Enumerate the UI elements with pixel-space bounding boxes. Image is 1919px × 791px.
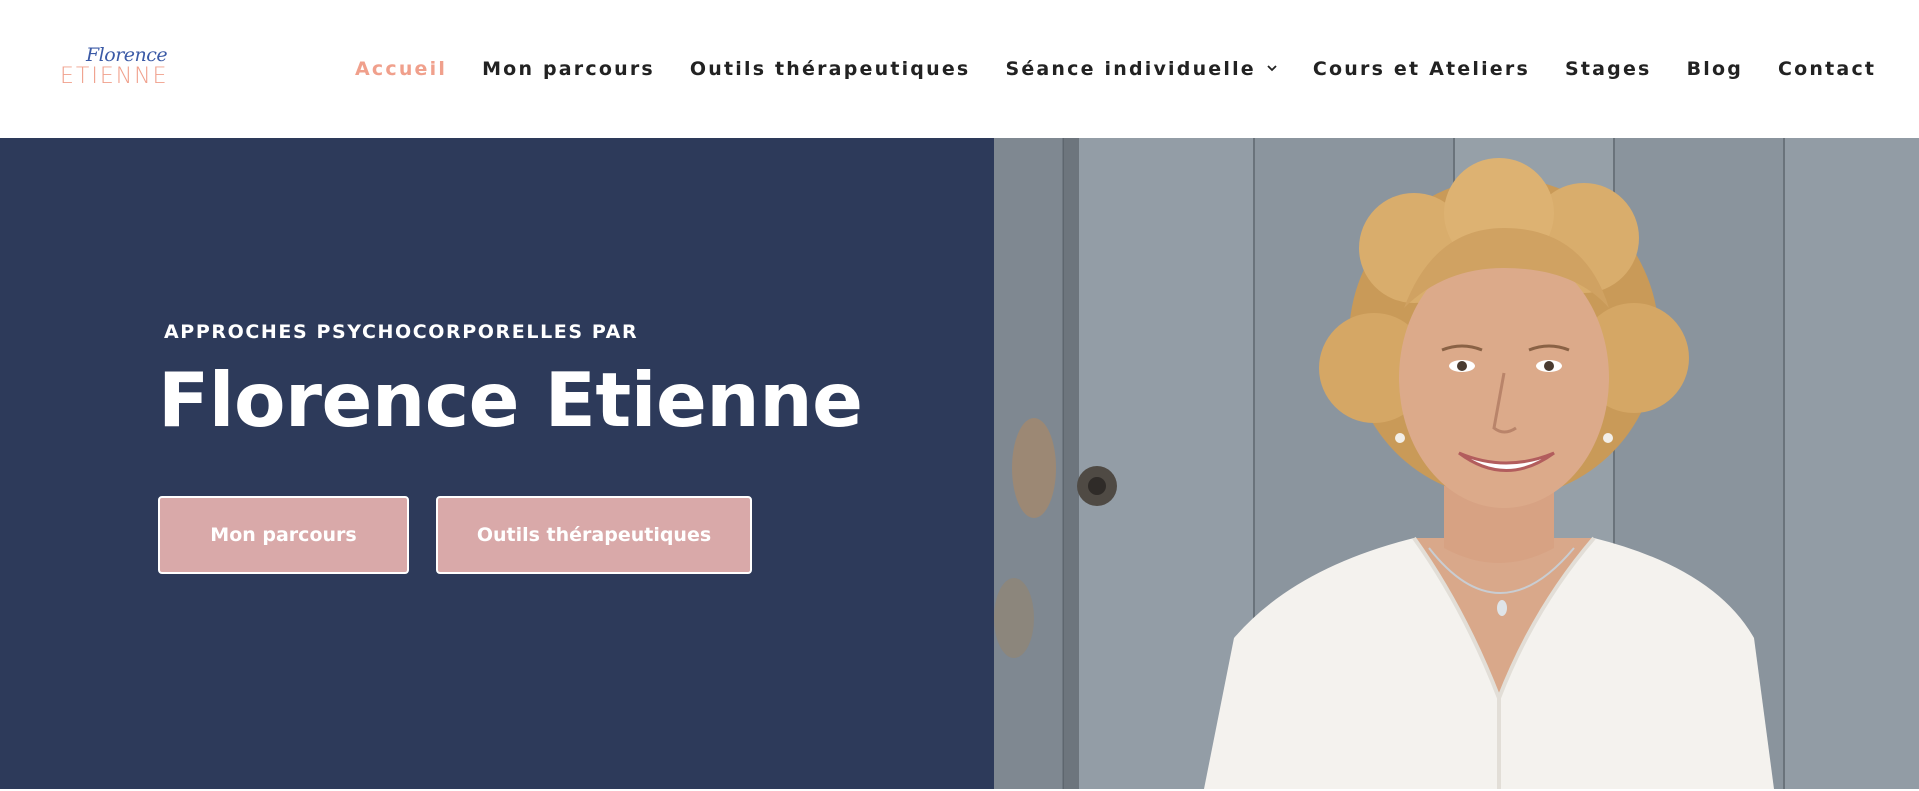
nav-item-accueil[interactable]: Accueil (355, 58, 447, 80)
hero-text-panel: APPROCHES PSYCHOCORPORELLES PAR Florence… (0, 138, 994, 789)
mon-parcours-button[interactable]: Mon parcours (158, 496, 409, 574)
logo-caps-text: ETIENNE (60, 64, 169, 89)
nav-item-cours-et-ateliers[interactable]: Cours et Ateliers (1313, 58, 1530, 80)
hero-kicker: APPROCHES PSYCHOCORPORELLES PAR (164, 321, 639, 343)
nav-item-seance-individuelle[interactable]: Séance individuelle (1005, 58, 1277, 80)
nav-item-stages[interactable]: Stages (1565, 58, 1652, 80)
nav-item-contact[interactable]: Contact (1778, 58, 1876, 80)
nav-item-outils-therapeutiques[interactable]: Outils thérapeutiques (690, 58, 971, 80)
nav-item-mon-parcours[interactable]: Mon parcours (482, 58, 655, 80)
nav-item-seance-individuelle-label: Séance individuelle (1005, 58, 1256, 80)
site-header: Florence ETIENNE Accueil Mon parcours Ou… (0, 0, 1919, 138)
portrait-illustration (994, 138, 1919, 789)
hero-portrait-photo (994, 138, 1919, 789)
nav-item-blog[interactable]: Blog (1687, 58, 1743, 80)
outils-therapeutiques-button[interactable]: Outils thérapeutiques (436, 496, 752, 574)
main-nav: Accueil Mon parcours Outils thérapeutiqu… (355, 0, 1876, 138)
site-logo[interactable]: Florence ETIENNE (60, 44, 170, 90)
logo-script-text: Florence (86, 44, 168, 66)
chevron-down-icon (1267, 65, 1277, 72)
hero-title: Florence Etienne (158, 356, 863, 444)
